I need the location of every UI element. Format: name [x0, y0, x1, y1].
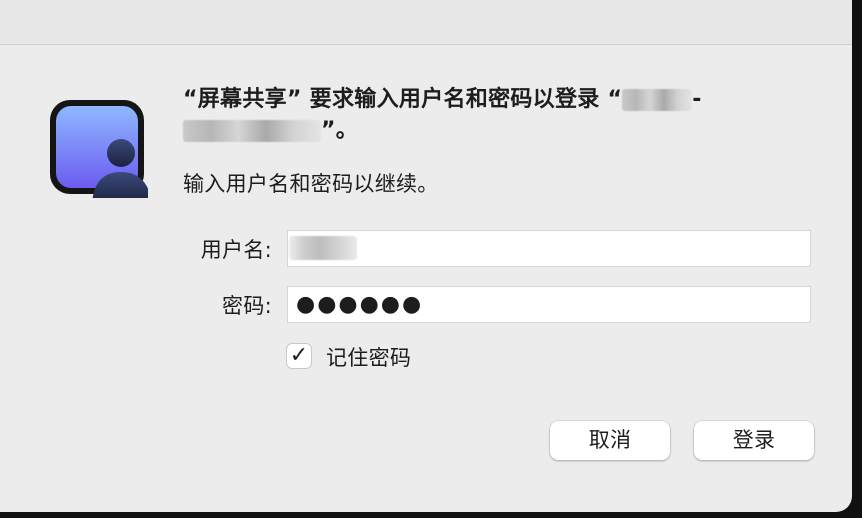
redacted-username	[289, 236, 357, 260]
password-field[interactable]: ●●●●●●	[287, 286, 811, 323]
cancel-button[interactable]: 取消	[550, 421, 670, 460]
remember-password-checkbox[interactable]: ✓	[286, 343, 312, 369]
login-button[interactable]: 登录	[694, 421, 814, 460]
username-label: 用户名:	[200, 238, 272, 262]
remember-password-label[interactable]: 记住密码	[326, 342, 411, 372]
redacted-hostname-part-1	[622, 89, 693, 111]
dialog-subtitle: 输入用户名和密码以继续。	[183, 172, 439, 196]
username-field[interactable]	[287, 230, 811, 267]
title-text-suffix: ”。	[321, 118, 359, 143]
checkmark-icon: ✓	[289, 343, 309, 368]
redacted-hostname-part-2	[183, 120, 321, 142]
dialog-top-strip	[0, 0, 852, 45]
title-text-prefix: “屏幕共享” 要求输入用户名和密码以登录 “	[183, 87, 623, 112]
screen-sharing-app-icon	[48, 98, 152, 204]
login-dialog: “屏幕共享” 要求输入用户名和密码以登录 “- ”。 输入用户名和密码以继续。 …	[0, 0, 852, 512]
password-label: 密码:	[222, 294, 272, 318]
dialog-title: “屏幕共享” 要求输入用户名和密码以登录 “- ”。	[183, 87, 702, 143]
